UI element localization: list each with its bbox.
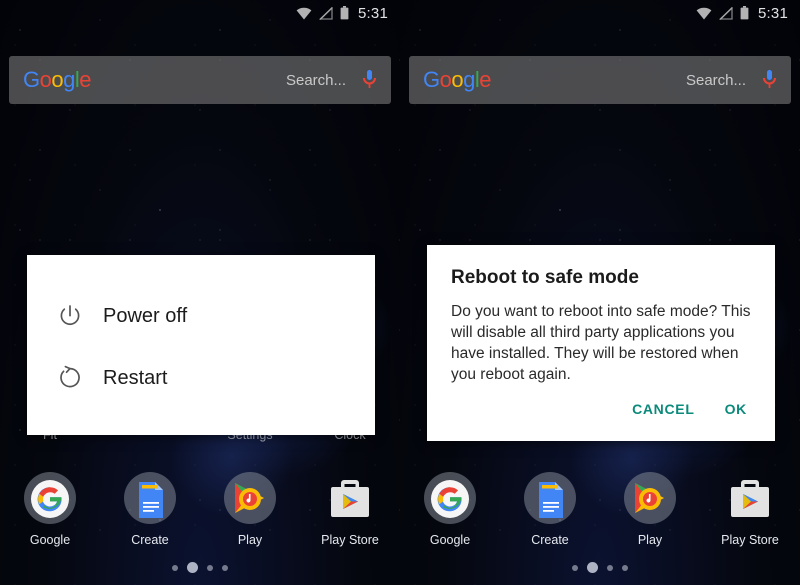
page-dot[interactable] — [622, 564, 628, 571]
power-menu-dialog: Power off Restart — [27, 255, 375, 435]
safe-mode-dialog: Reboot to safe mode Do you want to reboo… — [427, 245, 775, 441]
google-logo-letter: G — [23, 67, 40, 92]
page-indicator — [0, 562, 400, 573]
status-bar-time: 5:31 — [758, 4, 788, 22]
page-indicator — [400, 562, 800, 573]
microphone-icon[interactable] — [762, 69, 777, 91]
dock: Google Create Play Play Store — [0, 470, 400, 547]
status-bar: 5:31 — [400, 0, 800, 26]
page-dot[interactable] — [607, 564, 613, 571]
left-phone-panel: 5:31 Google Search... Fit Settings Clock — [0, 0, 400, 585]
google-logo-letter: o — [451, 67, 464, 92]
google-logo-letter: g — [463, 67, 475, 92]
microphone-icon[interactable] — [362, 69, 377, 91]
restart-button[interactable]: Restart — [27, 347, 375, 409]
restart-label: Restart — [103, 366, 168, 389]
page-dot[interactable] — [222, 564, 228, 571]
google-logo: Google — [423, 67, 492, 93]
power-off-label: Power off — [103, 304, 188, 327]
google-logo-letter: o — [439, 67, 452, 92]
google-logo-letter: o — [51, 67, 64, 92]
dock-label: Play — [237, 533, 263, 547]
no-sim-signal-icon — [719, 6, 733, 20]
page-dot[interactable] — [207, 564, 213, 571]
power-icon — [57, 303, 91, 329]
dialog-actions: CANCEL OK — [451, 401, 751, 431]
battery-icon — [340, 6, 349, 20]
page-dot[interactable] — [572, 564, 578, 571]
dock-label: Play — [637, 533, 663, 547]
google-docs-create-icon — [122, 470, 178, 526]
dialog-title: Reboot to safe mode — [451, 267, 639, 288]
google-logo: Google — [23, 67, 92, 93]
dock-item-play[interactable]: Play — [600, 470, 700, 547]
dock-item-create[interactable]: Create — [500, 470, 600, 547]
dock-item-play[interactable]: Play — [200, 470, 300, 547]
battery-icon — [740, 6, 749, 20]
search-input[interactable]: Search... — [686, 72, 746, 89]
power-off-button[interactable]: Power off — [27, 285, 375, 347]
google-docs-create-icon — [522, 470, 578, 526]
dialog-message: Do you want to reboot into safe mode? Th… — [451, 303, 751, 383]
screenshot-root: 5:31 Google Search... Fit Settings Clock — [0, 0, 800, 585]
page-dot-active[interactable] — [187, 562, 198, 573]
cancel-button[interactable]: CANCEL — [632, 401, 695, 417]
dock-item-create[interactable]: Create — [100, 470, 200, 547]
wifi-icon — [696, 7, 712, 19]
dock-item-play-store[interactable]: Play Store — [300, 470, 400, 547]
dock-label: Create — [131, 533, 169, 547]
google-search-widget[interactable]: Google Search... — [409, 56, 791, 104]
page-dot[interactable] — [172, 564, 178, 571]
dock-item-play-store[interactable]: Play Store — [700, 470, 800, 547]
google-logo-letter: e — [79, 67, 92, 92]
google-logo-letter: o — [39, 67, 52, 92]
dock-label: Google — [29, 533, 71, 547]
restart-icon — [57, 365, 91, 391]
wifi-icon — [296, 7, 312, 19]
google-logo-letter: e — [479, 67, 492, 92]
google-logo-letter: G — [423, 67, 440, 92]
dock-item-google[interactable]: Google — [0, 470, 100, 547]
right-phone-panel: 5:31 Google Search... Google Create Play… — [400, 0, 800, 585]
dock-label: Create — [531, 533, 569, 547]
google-play-store-icon — [722, 470, 778, 526]
dock-label: Google — [429, 533, 471, 547]
google-app-icon — [22, 470, 78, 526]
page-dot-active[interactable] — [587, 562, 598, 573]
ok-button[interactable]: OK — [725, 401, 747, 417]
status-bar: 5:31 — [0, 0, 400, 26]
google-play-store-icon — [322, 470, 378, 526]
dock-label: Play Store — [321, 533, 379, 547]
search-input[interactable]: Search... — [286, 72, 346, 89]
dock-label: Play Store — [721, 533, 779, 547]
google-play-music-icon — [222, 470, 278, 526]
status-bar-time: 5:31 — [358, 4, 388, 22]
google-play-music-icon — [622, 470, 678, 526]
google-logo-letter: g — [63, 67, 75, 92]
dock: Google Create Play Play Store — [400, 470, 800, 547]
google-app-icon — [422, 470, 478, 526]
google-search-widget[interactable]: Google Search... — [9, 56, 391, 104]
no-sim-signal-icon — [319, 6, 333, 20]
dock-item-google[interactable]: Google — [400, 470, 500, 547]
